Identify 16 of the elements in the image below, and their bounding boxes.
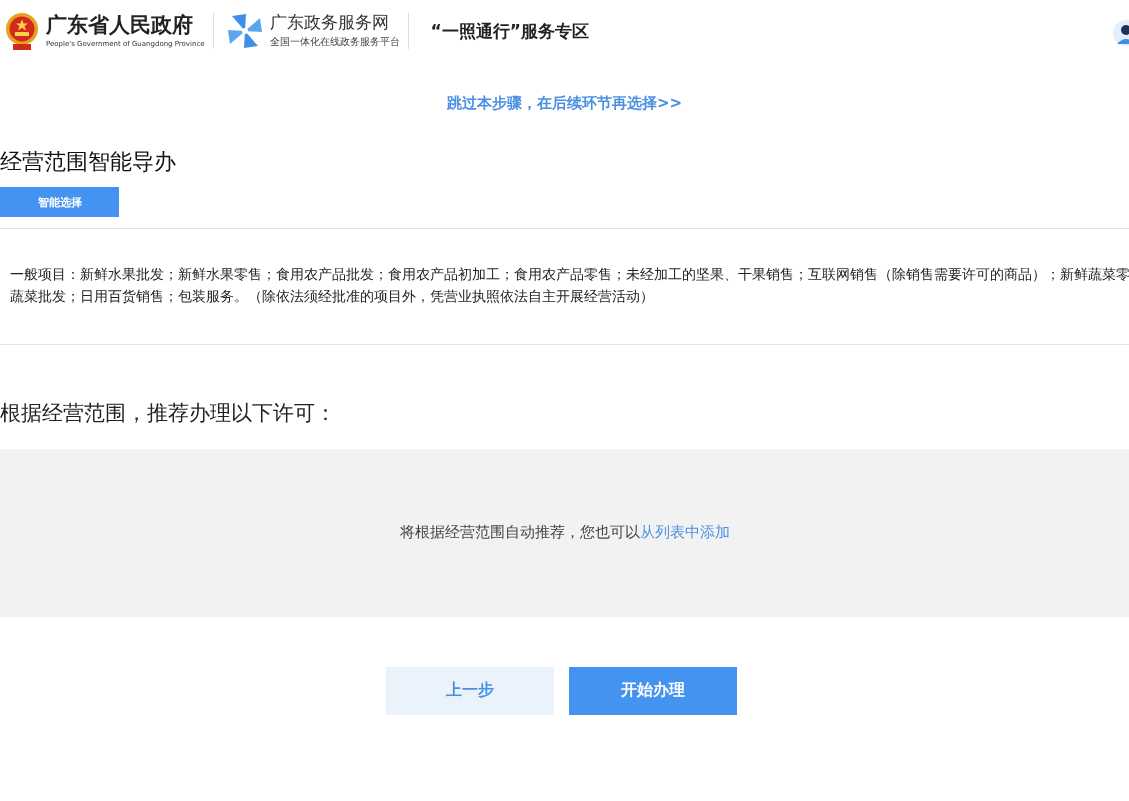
back-button[interactable]: 上一步	[386, 666, 554, 715]
emblem-icon	[4, 11, 40, 51]
start-button[interactable]: 开始办理	[569, 666, 737, 715]
portal-title: 广东政务服务网	[269, 12, 390, 32]
business-scope-text: 一般项目：新鲜水果批发；新鲜水果零售；食用农产品批发；食用农产品初加工；食用农产品零售；未经加工的坚果、干果销售；互联网销售（除销售需要许可的商品）；新鲜蔬菜零	[10, 267, 1129, 283]
hint-text: 将根据经营范围自动推荐，您也可以	[399, 523, 640, 543]
skip-link[interactable]: 跳过本步骤，在后续环节再选择>>	[446, 94, 683, 113]
pinwheel-icon	[225, 12, 264, 50]
section-title: 经营范围智能导办	[0, 149, 177, 176]
business-scope-text: 蔬菜批发；日用百货销售；包装服务。（除依法须经批准的项目外，凭营业执照依法自主开展经营活动）	[10, 289, 655, 305]
smart-select-button[interactable]: 智能选择	[0, 187, 119, 218]
zone-title: “一照通行”服务专区	[430, 19, 589, 43]
portal-subtitle: 全国一体化在线政务服务平台	[269, 35, 400, 50]
add-from-list-link[interactable]: 从列表中添加	[639, 523, 730, 543]
section-title: 根据经营范围，推荐办理以下许可：	[0, 401, 337, 427]
site-title: 广东省人民政府	[46, 13, 194, 38]
